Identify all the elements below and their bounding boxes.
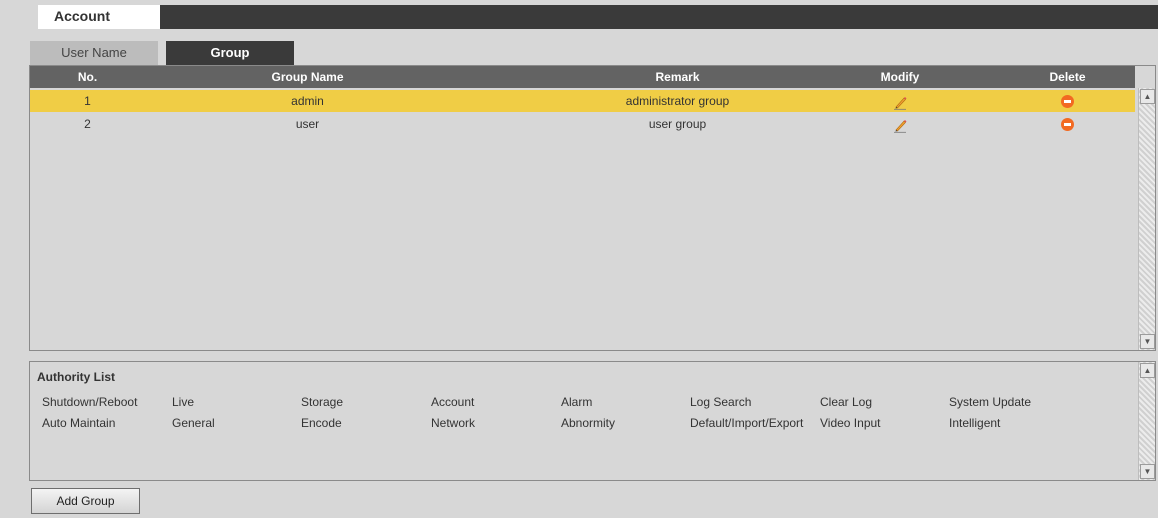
row-no: 1 (84, 94, 91, 108)
row-remark: administrator group (625, 94, 730, 108)
authority-item: Intelligent (949, 416, 1001, 430)
authority-item: Clear Log (820, 395, 873, 409)
page-title-tab: Account (38, 5, 160, 29)
delete-button[interactable] (1000, 113, 1135, 135)
column-header-no: No. (77, 70, 98, 84)
authority-item: Alarm (561, 395, 593, 409)
pencil-icon[interactable] (892, 117, 908, 133)
table-row[interactable]: 2 user user group (30, 113, 1135, 135)
column-header-remark: Remark (655, 70, 700, 84)
authority-list-title: Authority List (37, 370, 115, 384)
scroll-up-icon[interactable]: ▲ (1140, 89, 1155, 104)
row-group-name: admin (291, 94, 324, 108)
delete-icon[interactable] (1061, 118, 1074, 132)
authority-item: Network (431, 416, 476, 430)
authority-item: Log Search (690, 395, 752, 409)
modify-button[interactable] (835, 113, 965, 135)
row-remark: user group (648, 117, 707, 131)
authority-item: General (172, 416, 215, 430)
authority-item: Default/Import/Export (690, 416, 804, 430)
scroll-up-icon[interactable]: ▲ (1140, 363, 1155, 378)
pencil-icon[interactable] (892, 94, 908, 110)
add-group-button[interactable]: Add Group (31, 488, 140, 514)
authority-item: Encode (301, 416, 342, 430)
delete-icon[interactable] (1061, 95, 1074, 109)
column-header-delete: Delete (1049, 70, 1086, 84)
table-header: No. Group Name Remark Modify Delete (30, 66, 1135, 88)
authority-scrollbar[interactable]: ▲ ▼ (1138, 362, 1155, 480)
authority-item: System Update (949, 395, 1032, 409)
page-title: Account (54, 8, 110, 24)
scroll-down-icon[interactable]: ▼ (1140, 464, 1155, 479)
authority-item: Shutdown/Reboot (42, 395, 138, 409)
tab-user-name[interactable]: User Name (30, 41, 158, 65)
table-row[interactable]: 1 admin administrator group (30, 90, 1135, 112)
authority-item: Account (431, 395, 475, 409)
authority-item: Storage (301, 395, 344, 409)
table-scrollbar[interactable]: ▲ ▼ (1138, 88, 1155, 350)
authority-item: Live (172, 395, 195, 409)
group-table: No. Group Name Remark Modify Delete 1 ad… (29, 65, 1156, 351)
tab-group[interactable]: Group (166, 41, 294, 65)
authority-item: Auto Maintain (42, 416, 116, 430)
modify-button[interactable] (835, 90, 965, 112)
authority-list-panel: Authority List Shutdown/Reboot Live Stor… (29, 361, 1156, 481)
column-header-modify: Modify (880, 70, 920, 84)
title-bar-background (160, 5, 1158, 29)
delete-button[interactable] (1000, 90, 1135, 112)
row-group-name: user (295, 117, 320, 131)
row-no: 2 (84, 117, 91, 131)
title-bar: Account (0, 5, 1158, 29)
scroll-down-icon[interactable]: ▼ (1140, 334, 1155, 349)
column-header-group-name: Group Name (271, 70, 344, 84)
authority-item: Abnormity (561, 416, 616, 430)
authority-item: Video Input (820, 416, 881, 430)
